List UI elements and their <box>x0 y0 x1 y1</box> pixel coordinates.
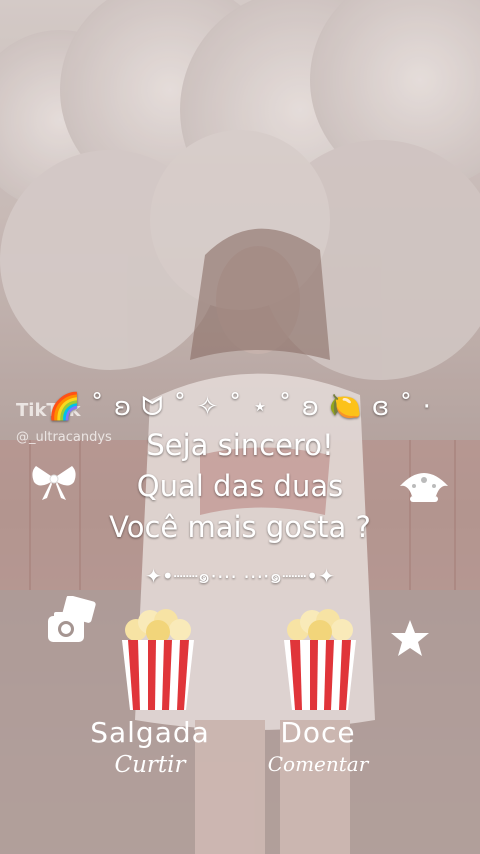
emoji-line: 🌈 ˚ ʚ ᗢ ˚ ✧ ˚ ⋆ ˚ ʚ 🍋 ɞ ˚ · <box>48 392 432 422</box>
bow-icon <box>32 466 76 500</box>
video-screen[interactable]: TikTok @_ultracandys 🌈 ˚ ʚ ᗢ ˚ ✧ ˚ ⋆ ˚ ʚ… <box>0 0 480 854</box>
crown-icon <box>400 473 448 502</box>
option-doce-title: Doce <box>280 716 356 749</box>
popcorn-icon-right <box>284 609 356 710</box>
decorative-divider: ✦•┈┈๑⋅⋯ ⋯⋅๑┈┈•✦ <box>145 564 335 588</box>
popcorn-icon-left <box>122 609 194 710</box>
camera-icon <box>48 596 96 642</box>
option-doce-action[interactable]: Comentar <box>238 752 398 776</box>
option-salgada-title: Salgada <box>90 716 210 749</box>
question-line-1: Seja sincero! <box>146 428 334 462</box>
question-line-3: Você mais gosta ? <box>109 510 371 544</box>
star-icon <box>391 620 429 656</box>
option-salgada-action[interactable]: Curtir <box>70 752 230 778</box>
